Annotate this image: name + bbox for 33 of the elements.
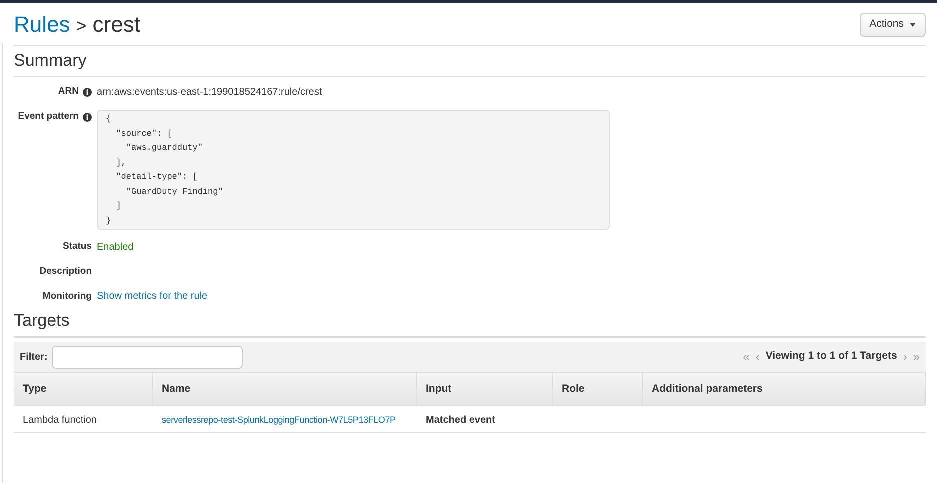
column-header[interactable]: Role [553,373,643,406]
section-title: Summary [14,50,87,72]
event-pattern-code: { "source": [ "aws.guardduty" ], "detail-type": [ "GuardDuty Finding" ] } [97,110,610,230]
table-cell: Matched event [426,415,496,426]
info-icon [83,112,92,122]
filter-input[interactable] [52,346,243,369]
column-header[interactable]: Type [14,373,153,406]
field-value: arn:aws:events:us-east-1:199018524167:rule/crest [97,86,322,100]
breadcrumb-link[interactable]: Rules [14,8,70,40]
table-cell: Lambda function [23,415,97,426]
field-label: Event pattern [18,110,79,124]
filter-label: Filter: [20,350,48,365]
section-title: Targets [14,310,70,332]
caret-icon [910,23,916,27]
previous-page-button[interactable]: ‹ [756,348,760,366]
metrics-link[interactable]: Show metrics for the rule [97,289,208,304]
breadcrumb-separator: > [76,14,87,38]
field-label: Description [40,265,92,279]
field-label: ARN [58,85,79,100]
last-page-button[interactable]: » [913,348,920,366]
target-link[interactable]: serverlessrepo-test-SplunkLoggingFunction-W7L5P13FLO7P [162,415,396,426]
first-page-button[interactable]: « [743,348,750,366]
column-header[interactable]: Additional parameters [643,373,926,406]
column-header[interactable]: Name [153,373,417,406]
status-value: Enabled [97,241,134,255]
next-page-button[interactable]: › [903,348,908,366]
breadcrumb-current: crest [92,10,140,38]
info-icon [83,88,92,97]
pager-text: Viewing 1 to 1 of 1 Targets [766,349,898,364]
field-label: Status [62,240,92,254]
field-label: Monitoring [42,290,92,304]
column-header[interactable]: Input [417,373,553,406]
actions-button[interactable]: Actions [860,13,926,37]
